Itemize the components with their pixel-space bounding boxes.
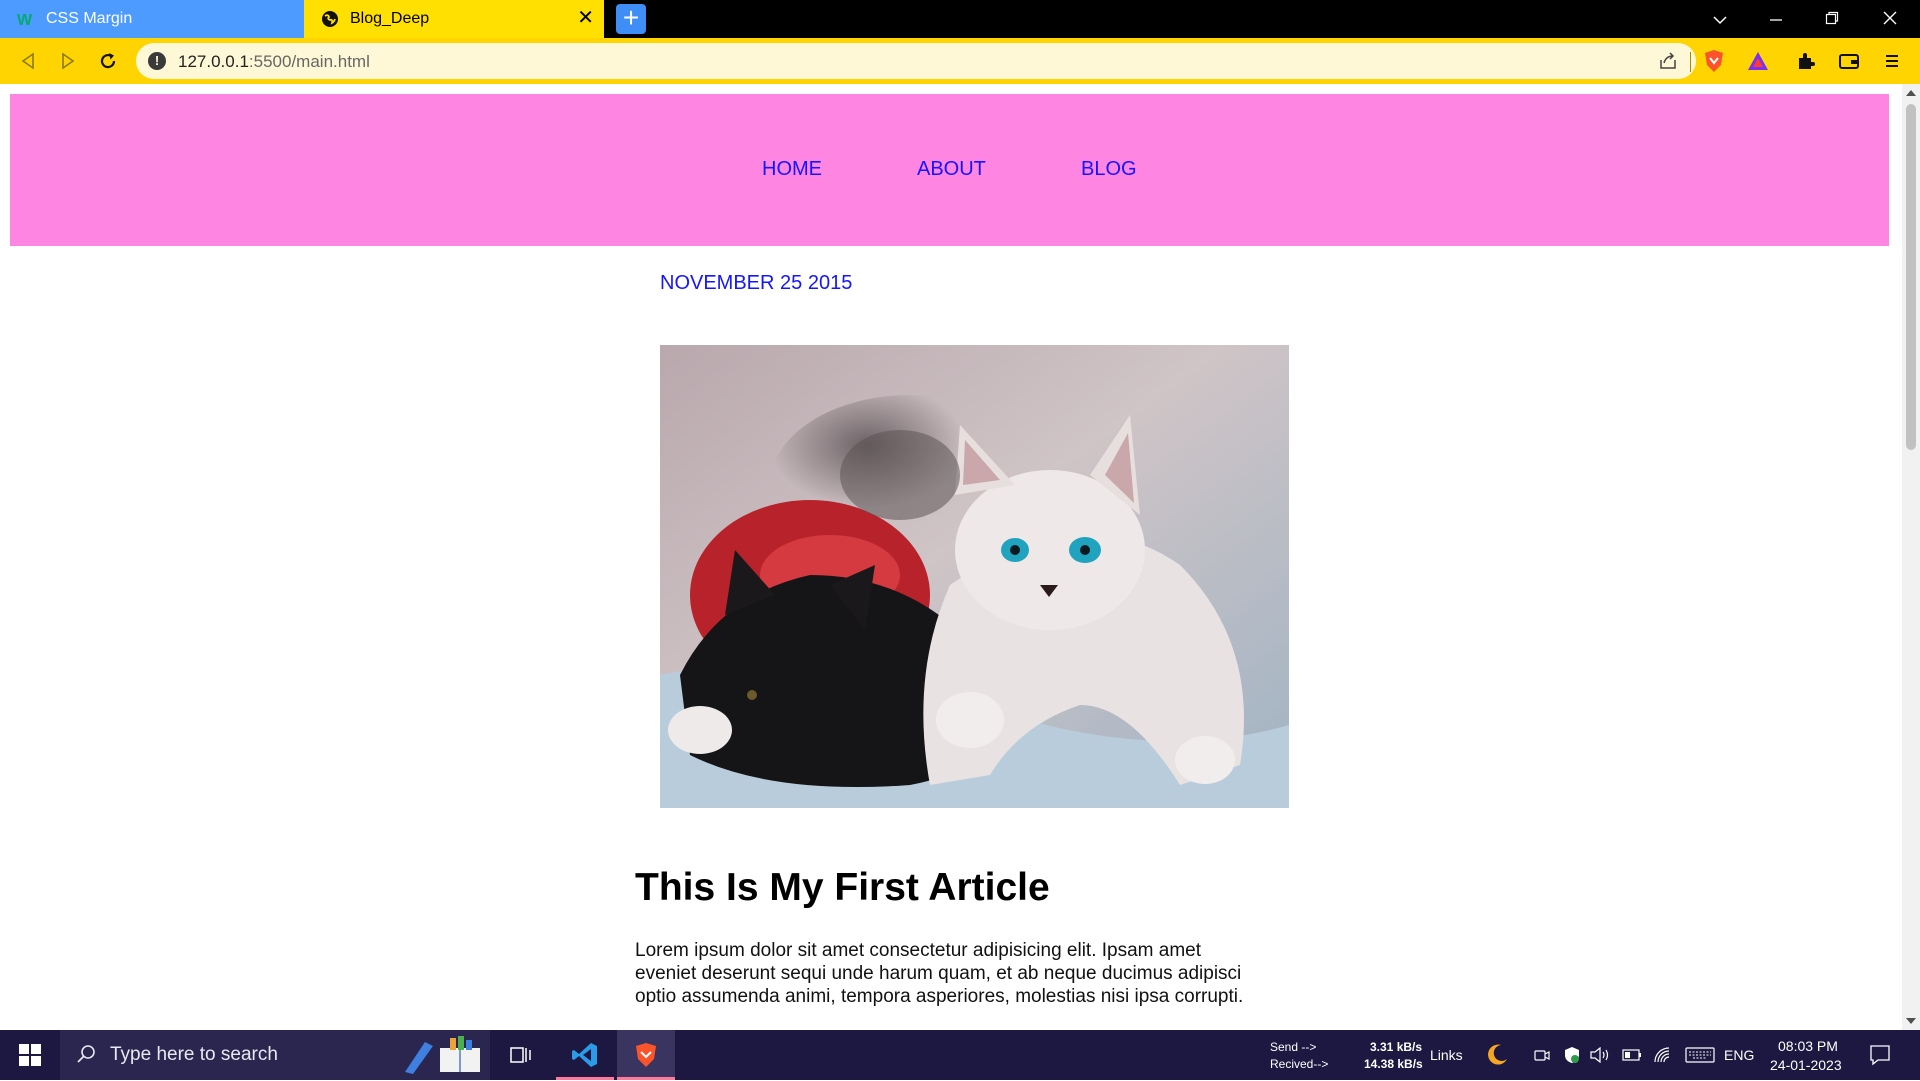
tab-blog-deep[interactable]: Blog_Deep ✕ (304, 0, 604, 38)
back-icon[interactable] (14, 47, 42, 75)
meet-now-icon[interactable] (1532, 1045, 1552, 1065)
close-window-icon[interactable] (1870, 6, 1910, 32)
vscode-icon[interactable] (556, 1030, 614, 1080)
share-icon[interactable] (1658, 51, 1678, 76)
brave-browser-icon[interactable] (617, 1030, 675, 1080)
search-placeholder: Type here to search (110, 1044, 278, 1065)
nav-about-link[interactable]: ABOUT (917, 158, 986, 181)
nav-blog-link[interactable]: BLOG (1081, 158, 1137, 181)
nav-home-link[interactable]: HOME (762, 158, 822, 181)
address-bar[interactable]: ! 127.0.0.1:5500/main.html (136, 43, 1696, 79)
site-info-icon[interactable]: ! (148, 52, 166, 70)
windows-logo-icon (19, 1044, 41, 1066)
clock-date[interactable]: 24-01-2023 (1770, 1057, 1842, 1073)
scrollbar-thumb[interactable] (1906, 104, 1916, 450)
net-recv-speed: 14.38 kB/s (1364, 1057, 1423, 1071)
taskbar-search[interactable]: Type here to search (60, 1030, 490, 1080)
forward-icon[interactable] (54, 47, 82, 75)
wifi-icon[interactable] (1652, 1045, 1672, 1065)
language-indicator[interactable]: ENG (1724, 1047, 1754, 1063)
touch-keyboard-icon[interactable] (1684, 1045, 1716, 1065)
tab-title: CSS Margin (46, 10, 133, 27)
security-shield-icon[interactable] (1562, 1045, 1582, 1065)
w3schools-icon: W (16, 9, 36, 29)
tab-search-chevron-icon[interactable] (1700, 6, 1740, 32)
menu-icon[interactable] (1878, 47, 1906, 75)
url-text: 127.0.0.1:5500/main.html (178, 52, 370, 71)
page-viewport: HOME ABOUT BLOG NOVEMBER 25 2015 This Is… (0, 84, 1902, 1030)
toolbar-separator (1690, 52, 1691, 72)
search-icon (76, 1044, 96, 1069)
tab-title: Blog_Deep (350, 10, 430, 27)
scroll-down-icon[interactable] (1906, 1018, 1916, 1024)
post-date: NOVEMBER 25 2015 (660, 272, 853, 294)
clock-time[interactable]: 08:03 PM (1778, 1038, 1838, 1054)
tab-css-margin[interactable]: W CSS Margin (0, 0, 304, 38)
tab-strip: W CSS Margin Blog_Deep ✕ + (0, 0, 1920, 38)
search-highlight-icon (395, 1034, 485, 1081)
new-tab-button[interactable]: + (616, 4, 646, 34)
scroll-up-icon[interactable] (1906, 90, 1916, 96)
net-recv-label: Recived--> (1270, 1057, 1329, 1071)
post-body: Lorem ipsum dolor sit amet consectetur a… (635, 940, 1244, 1007)
post-title: This Is My First Article (635, 866, 1050, 909)
svg-text:W: W (17, 12, 33, 27)
night-mode-moon-icon[interactable] (1484, 1042, 1510, 1068)
brave-rewards-icon[interactable] (1744, 47, 1772, 75)
browser-toolbar: ! 127.0.0.1:5500/main.html (0, 38, 1920, 84)
close-tab-icon[interactable]: ✕ (577, 8, 594, 28)
wallet-icon[interactable] (1835, 47, 1863, 75)
reload-icon[interactable] (94, 47, 122, 75)
kittens-photo (660, 345, 1289, 808)
windows-taskbar: Type here to search Send --> Recived--> … (0, 1030, 1920, 1080)
extensions-icon[interactable] (1792, 47, 1820, 75)
minimize-icon[interactable] (1756, 6, 1796, 32)
volume-icon[interactable] (1590, 1045, 1610, 1065)
task-view-icon[interactable] (492, 1030, 550, 1080)
page-scrollbar[interactable] (1902, 84, 1920, 1030)
start-button[interactable] (0, 1030, 60, 1080)
links-toolbar[interactable]: Links (1430, 1047, 1463, 1063)
battery-icon[interactable] (1622, 1045, 1642, 1065)
globe-icon (320, 9, 340, 29)
site-header: HOME ABOUT BLOG (10, 94, 1889, 246)
net-send-speed: 3.31 kB/s (1370, 1040, 1423, 1054)
notifications-icon[interactable] (1868, 1043, 1892, 1067)
brave-shields-icon[interactable] (1700, 47, 1728, 75)
net-send-label: Send --> (1270, 1040, 1317, 1054)
restore-icon[interactable] (1812, 6, 1852, 32)
